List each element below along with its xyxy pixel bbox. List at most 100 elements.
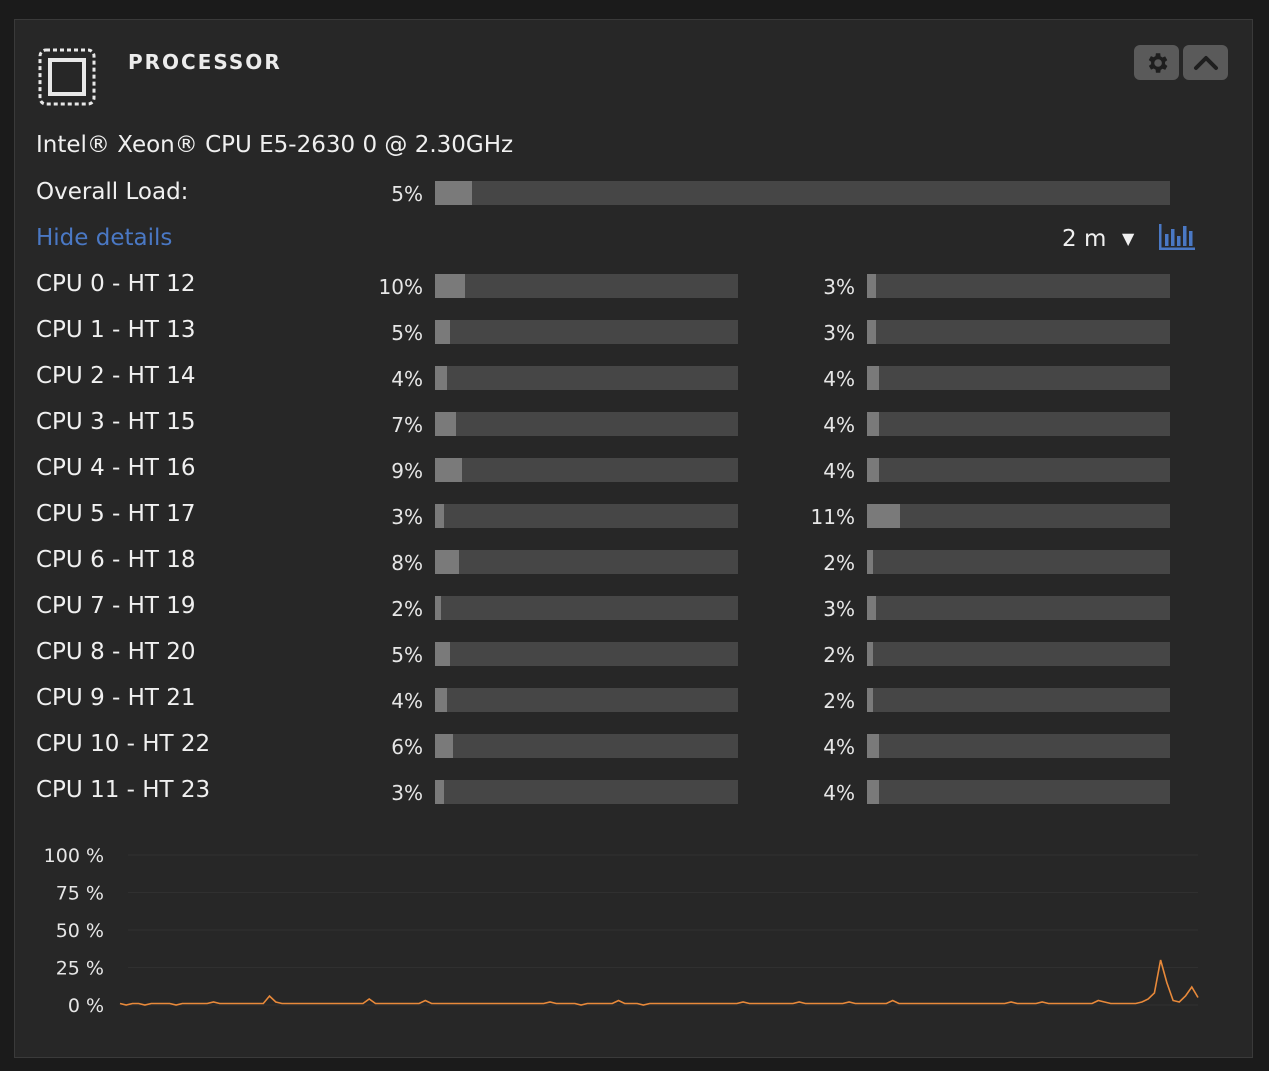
- core-load-bar: [867, 320, 1170, 344]
- core-load-bar: [867, 366, 1170, 390]
- time-range-select[interactable]: 2 m: [1062, 226, 1106, 252]
- core-load-fill: [867, 596, 877, 620]
- core-load-bar: [435, 366, 738, 390]
- core-load-fill: [867, 734, 880, 758]
- core-percent: 7%: [391, 413, 423, 437]
- core-load-fill: [867, 780, 880, 804]
- core-load-fill: [867, 366, 880, 390]
- core-load-fill: [435, 596, 442, 620]
- chart-y-axis: 100 % 75 % 50 % 25 % 0 %: [44, 845, 104, 1017]
- cpu-history-chart: 100 % 75 % 50 % 25 % 0 %: [44, 845, 1199, 1017]
- core-percent: 5%: [391, 321, 423, 345]
- y-tick-label: 100 %: [44, 845, 104, 867]
- core-percent: 8%: [391, 551, 423, 575]
- core-load-fill: [867, 550, 874, 574]
- core-load-bar: [435, 458, 738, 482]
- overall-load-label: Overall Load:: [36, 179, 189, 205]
- core-load-bar: [867, 642, 1170, 666]
- core-percent: 4%: [391, 367, 423, 391]
- core-load-bar: [435, 320, 738, 344]
- core-percent: 3%: [823, 597, 855, 621]
- core-label: CPU 7 - HT 19: [36, 593, 196, 619]
- core-percent: 5%: [391, 643, 423, 667]
- core-label: CPU 8 - HT 20: [36, 639, 196, 665]
- core-label: CPU 6 - HT 18: [36, 547, 196, 573]
- core-load-bar: [867, 458, 1170, 482]
- core-percent: 3%: [391, 781, 423, 805]
- panel-title: PROCESSOR: [128, 50, 282, 74]
- core-load-bar: [867, 550, 1170, 574]
- core-load-bar: [867, 412, 1170, 436]
- core-load-bar: [867, 504, 1170, 528]
- core-load-bar: [435, 412, 738, 436]
- core-load-fill: [435, 458, 463, 482]
- core-load-fill: [867, 412, 880, 436]
- core-load-fill: [435, 642, 451, 666]
- core-label: CPU 2 - HT 14: [36, 363, 196, 389]
- core-load-fill: [867, 458, 880, 482]
- core-load-bar: [867, 780, 1170, 804]
- core-percent: 2%: [823, 689, 855, 713]
- processor-chip-icon: [38, 48, 96, 106]
- core-percent: 2%: [823, 551, 855, 575]
- core-percent: 4%: [391, 689, 423, 713]
- collapse-button[interactable]: [1183, 45, 1228, 80]
- core-percent: 4%: [823, 367, 855, 391]
- core-load-fill: [867, 688, 874, 712]
- y-tick-label: 0 %: [68, 995, 104, 1017]
- core-percent: 10%: [378, 275, 423, 299]
- core-load-bar: [435, 596, 738, 620]
- core-load-fill: [435, 504, 445, 528]
- core-load-bar: [867, 688, 1170, 712]
- overall-load-bar: [435, 181, 1170, 205]
- core-percent: 9%: [391, 459, 423, 483]
- settings-button[interactable]: [1134, 45, 1179, 80]
- chevron-up-icon: [1193, 55, 1218, 70]
- core-load-fill: [435, 780, 445, 804]
- core-load-bar: [435, 780, 738, 804]
- core-percent: 4%: [823, 413, 855, 437]
- core-load-fill: [435, 550, 460, 574]
- core-load-fill: [435, 734, 454, 758]
- dropdown-arrow-icon[interactable]: ▼: [1122, 229, 1134, 248]
- core-load-fill: [435, 274, 466, 298]
- overall-load-fill: [435, 181, 472, 205]
- core-percent: 4%: [823, 781, 855, 805]
- core-percent: 11%: [810, 505, 855, 529]
- core-label: CPU 3 - HT 15: [36, 409, 196, 435]
- core-load-fill: [435, 366, 448, 390]
- core-label: CPU 11 - HT 23: [36, 777, 211, 803]
- core-percent: 3%: [823, 275, 855, 299]
- core-load-fill: [435, 320, 451, 344]
- core-percent: 4%: [823, 459, 855, 483]
- core-label: CPU 4 - HT 16: [36, 455, 196, 481]
- core-percent: 3%: [823, 321, 855, 345]
- core-load-bar: [867, 274, 1170, 298]
- core-load-fill: [435, 412, 457, 436]
- core-percent: 6%: [391, 735, 423, 759]
- core-load-fill: [867, 274, 877, 298]
- cpu-model: Intel® Xeon® CPU E5-2630 0 @ 2.30GHz: [36, 132, 514, 158]
- core-percent: 2%: [391, 597, 423, 621]
- core-label: CPU 10 - HT 22: [36, 731, 211, 757]
- core-load-bar: [435, 274, 738, 298]
- hide-details-link[interactable]: Hide details: [36, 225, 172, 251]
- core-load-fill: [867, 504, 901, 528]
- core-percent: 2%: [823, 643, 855, 667]
- core-load-bar: [435, 642, 738, 666]
- overall-load-percent: 5%: [391, 182, 423, 206]
- core-load-bar: [867, 734, 1170, 758]
- core-load-bar: [435, 550, 738, 574]
- core-load-bar: [867, 596, 1170, 620]
- bar-chart-icon[interactable]: [1158, 222, 1196, 252]
- y-tick-label: 50 %: [56, 920, 104, 942]
- core-label: CPU 1 - HT 13: [36, 317, 196, 343]
- cpu-load-line: [119, 959, 1199, 1006]
- core-load-fill: [435, 688, 448, 712]
- core-load-bar: [435, 734, 738, 758]
- core-load-bar: [435, 504, 738, 528]
- y-tick-label: 25 %: [56, 958, 104, 980]
- core-load-fill: [867, 320, 877, 344]
- core-load-bar: [435, 688, 738, 712]
- core-label: CPU 5 - HT 17: [36, 501, 196, 527]
